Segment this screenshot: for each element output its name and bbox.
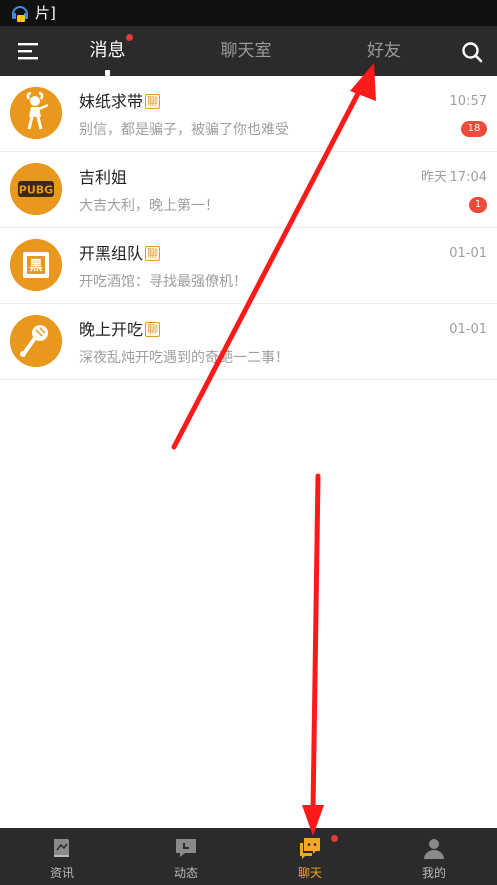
- girl-avatar-icon: [10, 87, 62, 139]
- chat-time: 17:04: [449, 170, 487, 185]
- chat-preview: 别信，都是骗子，被骗了你也难受: [79, 122, 289, 138]
- chat-time: 01-01: [449, 246, 487, 261]
- app-notification-icon: [12, 6, 28, 22]
- chicken-avatar-icon: [10, 315, 62, 367]
- chat-date: 昨天: [420, 170, 447, 185]
- status-bar: 片]: [0, 0, 497, 26]
- chat-icon: [300, 838, 320, 859]
- news-icon: [54, 839, 69, 857]
- moments-icon: [176, 839, 196, 857]
- top-tab-bar: 消息 聊天室 好友: [0, 26, 497, 76]
- chat-item-wanshangkaichi[interactable]: 晚上开吃聊 深夜乱炖开吃遇到的奇葩一二事！ 01-01: [0, 304, 497, 380]
- nav-label: 聊天: [297, 866, 322, 880]
- chat-item-jilijie[interactable]: PUBG 吉利姐 大吉大利，晚上第一！ 昨天 17:04 1: [0, 152, 497, 228]
- chat-name: 吉利姐: [79, 168, 128, 187]
- new-message-dot: [126, 34, 133, 41]
- chat-name: 开黑组队聊: [79, 243, 161, 265]
- menu-icon[interactable]: [16, 40, 40, 62]
- chat-tag: 聊: [145, 322, 161, 337]
- chat-time: 10:57: [449, 94, 487, 109]
- search-icon[interactable]: [460, 40, 484, 64]
- nav-chat[interactable]: 聊天: [248, 828, 372, 885]
- chat-item-kaiheizudui[interactable]: 黑 开黑组队聊 开吃酒馆：寻找最强僚机！ 01-01: [0, 228, 497, 304]
- status-text: 片]: [35, 4, 56, 22]
- unread-badge: 18: [461, 121, 487, 137]
- pubg-avatar-icon: PUBG: [10, 163, 62, 215]
- chat-tag: 聊: [145, 94, 161, 109]
- tab-messages[interactable]: 消息: [70, 38, 145, 64]
- chat-name-text: 妹纸求带: [79, 92, 144, 111]
- chat-preview: 大吉大利，晚上第一！: [79, 198, 219, 214]
- profile-icon: [424, 839, 444, 859]
- nav-label: 我的: [421, 866, 446, 880]
- bottom-nav: 资讯 动态 聊天 我的: [0, 828, 497, 885]
- team-avatar-icon: 黑: [10, 239, 62, 291]
- chat-name-text: 晚上开吃: [79, 320, 144, 339]
- tab-friends[interactable]: 好友: [355, 38, 413, 64]
- chat-unread-dot: [331, 835, 338, 842]
- chat-preview: 深夜乱炖开吃遇到的奇葩一二事！: [79, 350, 289, 366]
- nav-moments[interactable]: 动态: [124, 828, 248, 885]
- arrow-to-chat-nav: [302, 473, 324, 836]
- chat-preview: 开吃酒馆：寻找最强僚机！: [79, 274, 247, 290]
- chat-tag: 聊: [145, 246, 161, 261]
- nav-label: 动态: [173, 866, 198, 880]
- chat-name: 晚上开吃聊: [79, 319, 161, 341]
- chat-item-meizhiqiudai[interactable]: 妹纸求带聊 别信，都是骗子，被骗了你也难受 10:57 18: [0, 76, 497, 152]
- nav-label: 资讯: [49, 866, 74, 880]
- chat-list: 妹纸求带聊 别信，都是骗子，被骗了你也难受 10:57 18 PUBG 吉利姐 …: [0, 76, 497, 380]
- svg-text:黑: 黑: [29, 259, 42, 274]
- chat-time: 01-01: [449, 322, 487, 337]
- nav-news[interactable]: 资讯: [0, 828, 124, 885]
- svg-text:PUBG: PUBG: [19, 184, 53, 197]
- chat-name: 妹纸求带聊: [79, 91, 161, 113]
- nav-profile[interactable]: 我的: [372, 828, 496, 885]
- unread-badge: 1: [469, 197, 487, 213]
- chat-name-text: 开黑组队: [79, 244, 144, 263]
- tab-chatroom[interactable]: 聊天室: [205, 38, 287, 64]
